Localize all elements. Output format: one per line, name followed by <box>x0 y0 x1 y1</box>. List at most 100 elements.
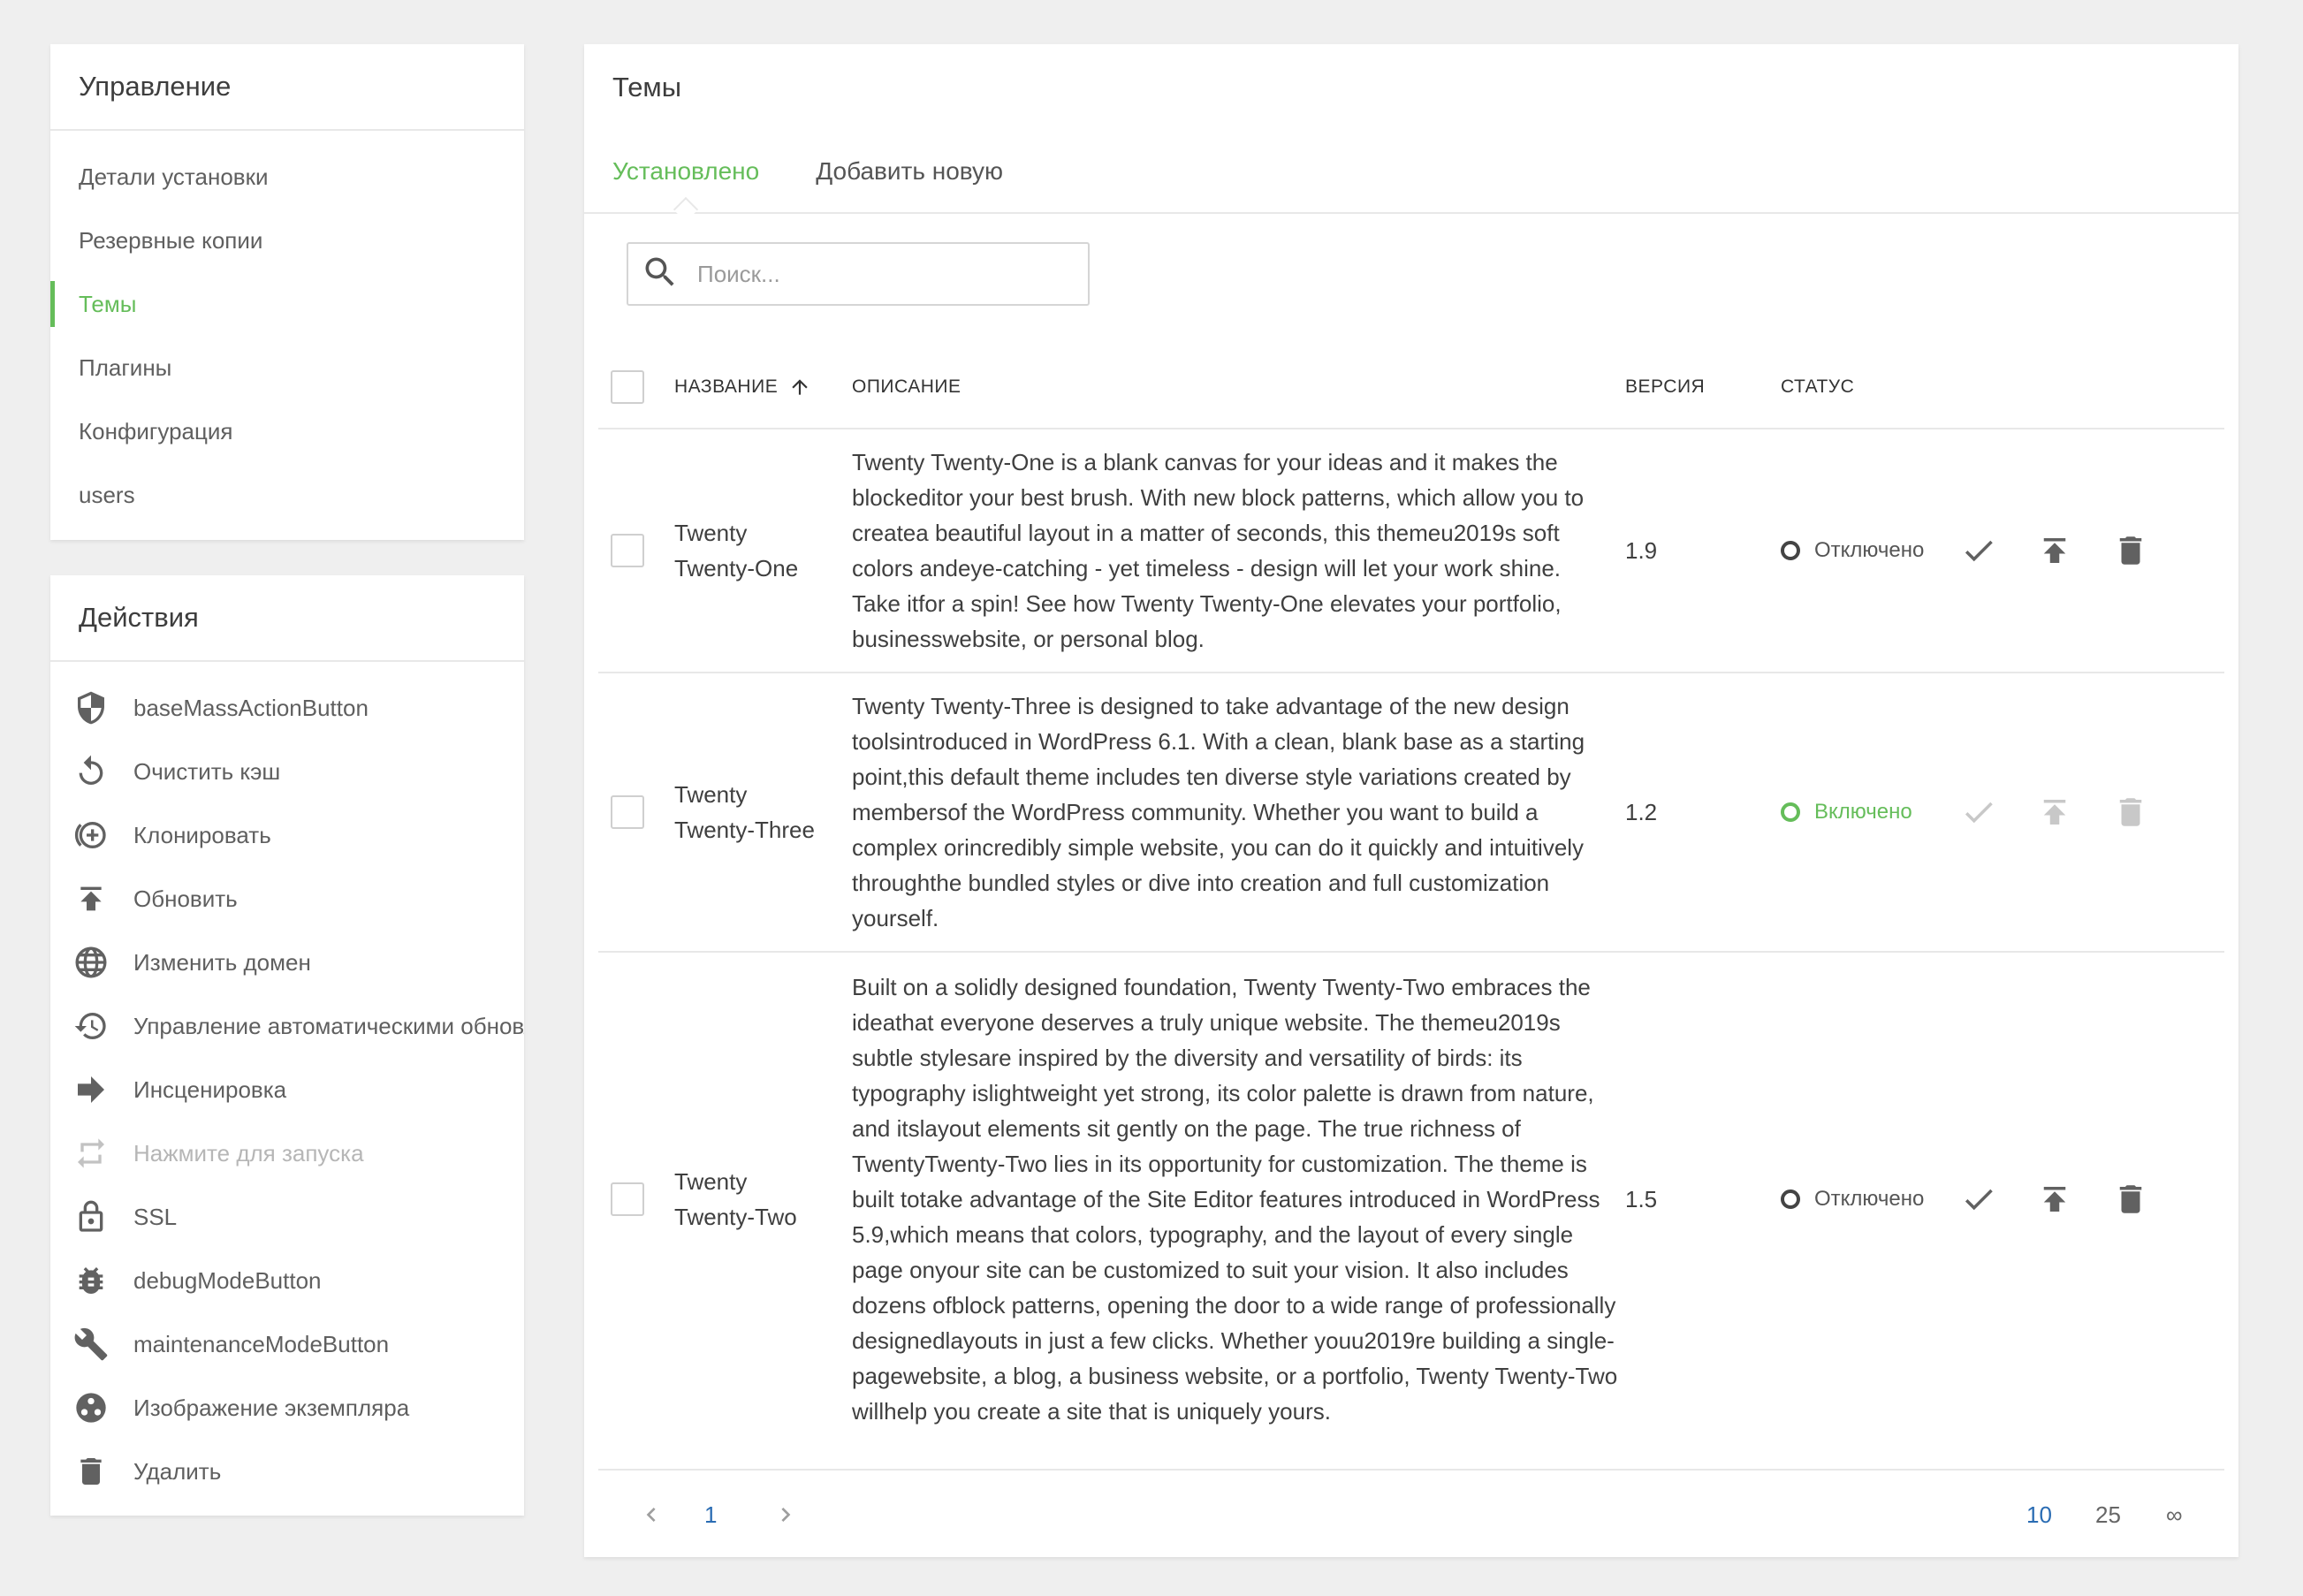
prev-page-chevron-left-icon[interactable] <box>637 1471 665 1559</box>
pagination: 1 10 25 ∞ <box>598 1471 2224 1559</box>
row-actions <box>1957 953 2185 1446</box>
management-panel: Управление Детали установки Резервные ко… <box>50 44 524 540</box>
select-all-cell <box>611 345 644 429</box>
table-row: Twenty Twenty-Two Built on a solidly des… <box>598 953 2224 1471</box>
row-select-cell <box>611 429 644 672</box>
row-checkbox[interactable] <box>611 1182 644 1216</box>
action-mass-action[interactable]: baseMassActionButton <box>50 676 524 740</box>
delete-trash-icon[interactable] <box>2109 529 2152 572</box>
tab-installed[interactable]: Установлено <box>612 157 759 186</box>
tabs: Установлено Добавить новую <box>584 131 2238 214</box>
nav-item-backups[interactable]: Резервные копии <box>50 209 524 272</box>
actions-panel: Действия baseMassActionButton Очистить к… <box>50 575 524 1516</box>
theme-description: Twenty Twenty-One is a blank canvas for … <box>852 449 1585 652</box>
status-cell: Отключено <box>1781 953 1924 1446</box>
action-label: Клонировать <box>133 821 271 848</box>
activate-check-icon[interactable] <box>1957 1178 2000 1220</box>
table-row: Twenty Twenty-Three Twenty Twenty-Three … <box>598 673 2224 953</box>
clone-icon <box>72 816 110 855</box>
action-staging[interactable]: Инсценировка <box>50 1058 524 1121</box>
nav-item-users[interactable]: users <box>50 463 524 527</box>
select-all-checkbox[interactable] <box>611 370 644 404</box>
row-select-cell <box>611 673 644 951</box>
action-label: Изменить домен <box>133 948 311 976</box>
action-auto-updates[interactable]: Управление автоматическими обновлениями <box>50 994 524 1058</box>
action-update[interactable]: Обновить <box>50 867 524 931</box>
theme-name: Twenty Twenty-Three <box>674 781 815 843</box>
action-ssl[interactable]: SSL <box>50 1185 524 1249</box>
nav-item-install-details[interactable]: Детали установки <box>50 145 524 209</box>
repeat-icon <box>72 1134 110 1173</box>
actions-list: baseMassActionButton Очистить кэш Клонир… <box>50 662 524 1503</box>
status-label: Отключено <box>1814 1187 1925 1211</box>
globe-icon <box>72 943 110 982</box>
activate-check-icon[interactable] <box>1957 791 2000 833</box>
column-name-header[interactable]: НАЗВАНИЕ <box>674 345 811 429</box>
nav-item-plugins[interactable]: Плагины <box>50 336 524 399</box>
action-clone[interactable]: Клонировать <box>50 803 524 867</box>
page-number-current[interactable]: 1 <box>704 1471 717 1559</box>
search-input[interactable] <box>697 260 1068 288</box>
status-dot-icon <box>1781 541 1800 560</box>
search-icon <box>641 253 680 296</box>
update-upload-icon[interactable] <box>2033 791 2076 833</box>
action-clear-cache[interactable]: Очистить кэш <box>50 740 524 803</box>
column-description-header: ОПИСАНИЕ <box>852 376 961 397</box>
table-header: НАЗВАНИЕ ОПИСАНИЕ ВЕРСИЯ СТАТУС <box>598 345 2224 429</box>
delete-trash-icon[interactable] <box>2109 791 2152 833</box>
nav-item-configuration[interactable]: Конфигурация <box>50 399 524 463</box>
action-instance-image[interactable]: Изображение экземпляра <box>50 1376 524 1440</box>
action-label: Инсценировка <box>133 1075 287 1103</box>
action-label: baseMassActionButton <box>133 694 369 721</box>
delete-trash-icon[interactable] <box>2109 1178 2152 1220</box>
status-badge: Отключено <box>1781 538 1924 563</box>
status-label: Отключено <box>1814 538 1925 562</box>
management-nav: Детали установки Резервные копии Темы Пл… <box>50 131 524 527</box>
action-debug-mode[interactable]: debugModeButton <box>50 1249 524 1312</box>
sort-asc-icon <box>788 376 811 399</box>
column-name-label: НАЗВАНИЕ <box>674 376 779 397</box>
row-actions <box>1957 429 2185 672</box>
action-delete[interactable]: Удалить <box>50 1440 524 1503</box>
action-label: Удалить <box>133 1457 222 1485</box>
tab-add-new[interactable]: Добавить новую <box>816 157 1003 186</box>
activate-check-icon[interactable] <box>1957 529 2000 572</box>
history-icon <box>72 1007 110 1045</box>
action-label: SSL <box>133 1203 178 1230</box>
action-label: Очистить кэш <box>133 757 281 785</box>
status-dot-icon <box>1781 1189 1800 1209</box>
actions-title: Действия <box>50 575 524 662</box>
row-checkbox[interactable] <box>611 534 644 567</box>
nav-item-themes[interactable]: Темы <box>50 272 524 336</box>
row-checkbox[interactable] <box>611 795 644 829</box>
page-title: Темы <box>612 72 682 103</box>
page-size-10[interactable]: 10 <box>2026 1471 2052 1559</box>
page-size-all[interactable]: ∞ <box>2166 1471 2183 1559</box>
action-label: debugModeButton <box>133 1266 322 1294</box>
action-label: Изображение экземпляра <box>133 1394 410 1421</box>
row-actions <box>1957 673 2185 951</box>
theme-version: 1.9 <box>1625 536 1658 564</box>
theme-version: 1.5 <box>1625 1185 1658 1212</box>
page-size-25[interactable]: 25 <box>2095 1471 2121 1559</box>
update-upload-icon[interactable] <box>2033 529 2076 572</box>
column-version-header: ВЕРСИЯ <box>1625 376 1706 397</box>
trash-icon <box>72 1452 110 1491</box>
theme-description: Built on a solidly designed foundation, … <box>852 974 1618 1425</box>
themes-panel: Темы Установлено Добавить новую НАЗВАНИЕ… <box>584 44 2238 1557</box>
lock-icon <box>72 1197 110 1236</box>
update-upload-icon[interactable] <box>2033 1178 2076 1220</box>
refresh-icon <box>72 752 110 791</box>
status-cell: Отключено <box>1781 429 1924 672</box>
action-maintenance-mode[interactable]: maintenanceModeButton <box>50 1312 524 1376</box>
next-page-chevron-right-icon[interactable] <box>771 1471 800 1559</box>
action-change-domain[interactable]: Изменить домен <box>50 931 524 994</box>
arrow-right-icon <box>72 1070 110 1109</box>
column-status-header: СТАТУС <box>1781 376 1855 397</box>
action-click-to-run[interactable]: Нажмите для запуска <box>50 1121 524 1185</box>
wrench-icon <box>72 1325 110 1364</box>
search-box <box>627 242 1090 306</box>
theme-name: Twenty Twenty-Two <box>674 1168 797 1230</box>
action-label: Нажмите для запуска <box>133 1139 364 1167</box>
status-badge: Отключено <box>1781 1187 1924 1212</box>
